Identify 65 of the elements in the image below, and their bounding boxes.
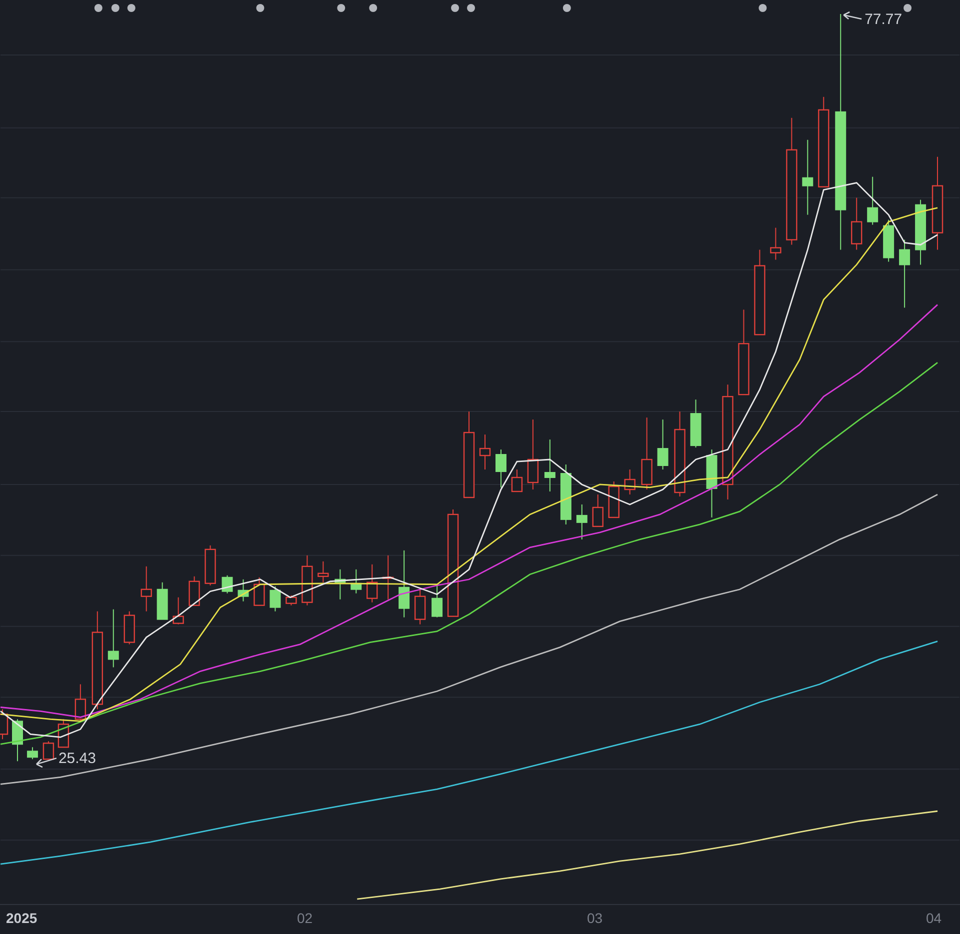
candlestick	[608, 480, 620, 518]
candlestick	[172, 596, 184, 625]
candlestick	[915, 199, 926, 266]
event-marker[interactable]	[369, 4, 378, 12]
candlestick	[222, 574, 233, 594]
candlestick	[527, 419, 539, 490]
event-marker[interactable]	[451, 4, 460, 12]
event-marker[interactable]	[467, 4, 475, 12]
candlestick	[495, 449, 506, 488]
candlestick	[254, 576, 265, 606]
price-label: 77.77	[864, 10, 902, 28]
event-marker[interactable]	[127, 4, 136, 12]
candlestick	[0, 708, 8, 740]
candlestick	[270, 586, 281, 612]
axis-label: 02	[297, 910, 313, 926]
candlestick	[286, 594, 297, 606]
candlestick	[334, 568, 346, 600]
candlestick	[124, 610, 135, 645]
candlestick	[42, 740, 54, 760]
candlestick	[108, 608, 119, 668]
candlestick	[26, 746, 38, 760]
candlestick	[770, 227, 782, 260]
event-marker[interactable]	[562, 4, 571, 12]
candlestick	[204, 544, 216, 586]
candlestick	[899, 239, 910, 308]
candlestick	[511, 469, 523, 492]
candlestick	[366, 564, 378, 603]
axis-label: 2025	[6, 910, 38, 926]
candlestick	[398, 550, 410, 618]
event-marker[interactable]	[256, 4, 264, 12]
candlestick	[851, 197, 862, 250]
candlestick	[479, 434, 491, 470]
candlestick	[576, 504, 588, 540]
candlestick	[58, 718, 70, 748]
candlestick	[382, 554, 394, 600]
leader-arrow	[36, 758, 58, 768]
candlestick	[74, 684, 86, 722]
candlestick	[414, 588, 426, 625]
candlestick	[432, 584, 443, 618]
candlestick	[302, 554, 313, 606]
event-marker[interactable]	[111, 4, 120, 12]
price-label: 25.43	[58, 750, 96, 768]
candlestick	[188, 576, 200, 606]
candlestick	[238, 578, 249, 602]
candlestick	[657, 419, 668, 470]
event-marker[interactable]	[94, 4, 102, 12]
axis-label: 04	[926, 910, 942, 926]
candlestick	[592, 494, 604, 528]
candlestick	[624, 469, 636, 495]
candlestick	[867, 176, 878, 226]
candlestick	[156, 582, 168, 620]
event-marker[interactable]	[758, 4, 767, 12]
candlestick	[706, 449, 718, 518]
candlestick	[690, 399, 702, 448]
event-marker[interactable]	[904, 4, 912, 12]
leader-arrow	[842, 11, 862, 20]
candlestick	[140, 566, 152, 612]
candlestick	[883, 219, 894, 262]
candlestick	[560, 464, 572, 525]
event-marker[interactable]	[337, 4, 346, 12]
candlestick	[350, 568, 362, 594]
axis-label: 03	[587, 910, 603, 926]
candlestick	[544, 439, 556, 492]
candlestick	[12, 718, 23, 762]
candlestick	[318, 560, 329, 583]
